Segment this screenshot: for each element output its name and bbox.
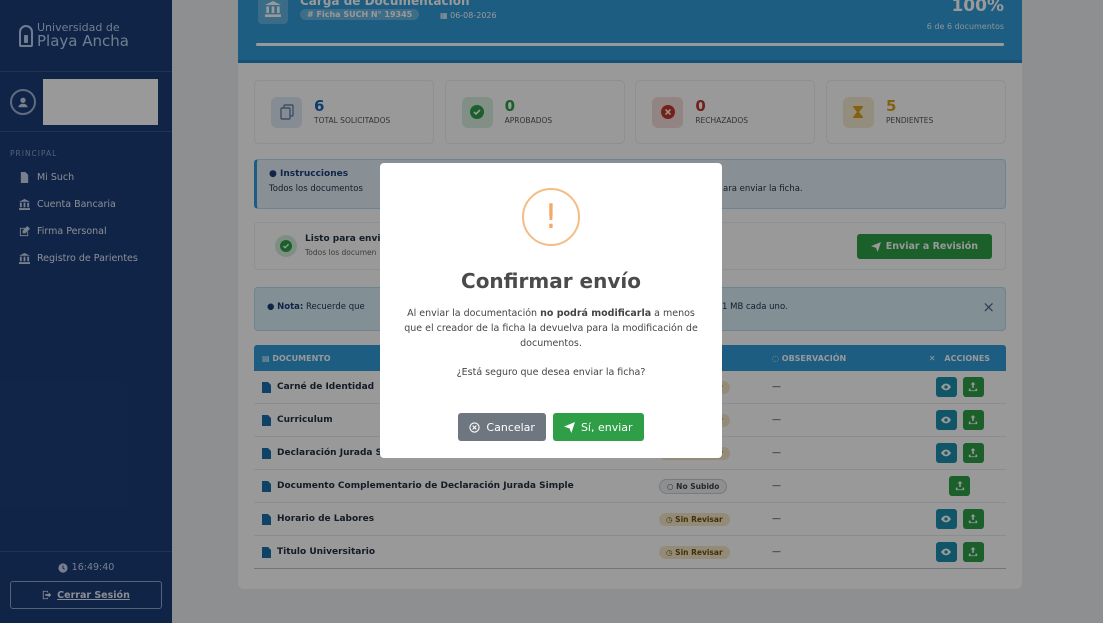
modal-buttons: Cancelar Sí, enviar bbox=[380, 413, 722, 441]
paper-plane-icon bbox=[563, 421, 575, 433]
modal-question: ¿Está seguro que desea enviar la ficha? bbox=[456, 367, 646, 378]
modal-body-bold: no podrá modificarla bbox=[540, 308, 652, 319]
modal-body-pre: Al enviar la documentación bbox=[407, 308, 541, 319]
confirm-modal: ! Confirmar envío Al enviar la documenta… bbox=[380, 163, 722, 458]
cancel-button[interactable]: Cancelar bbox=[458, 413, 546, 441]
confirm-label: Sí, enviar bbox=[580, 420, 633, 434]
cancel-label: Cancelar bbox=[486, 420, 535, 434]
confirm-send-button[interactable]: Sí, enviar bbox=[552, 413, 644, 441]
modal-title: Confirmar envío bbox=[461, 269, 641, 293]
modal-body: Al enviar la documentación no podrá modi… bbox=[402, 306, 700, 351]
circle-x-icon bbox=[469, 421, 481, 433]
warning-icon: ! bbox=[522, 188, 580, 246]
